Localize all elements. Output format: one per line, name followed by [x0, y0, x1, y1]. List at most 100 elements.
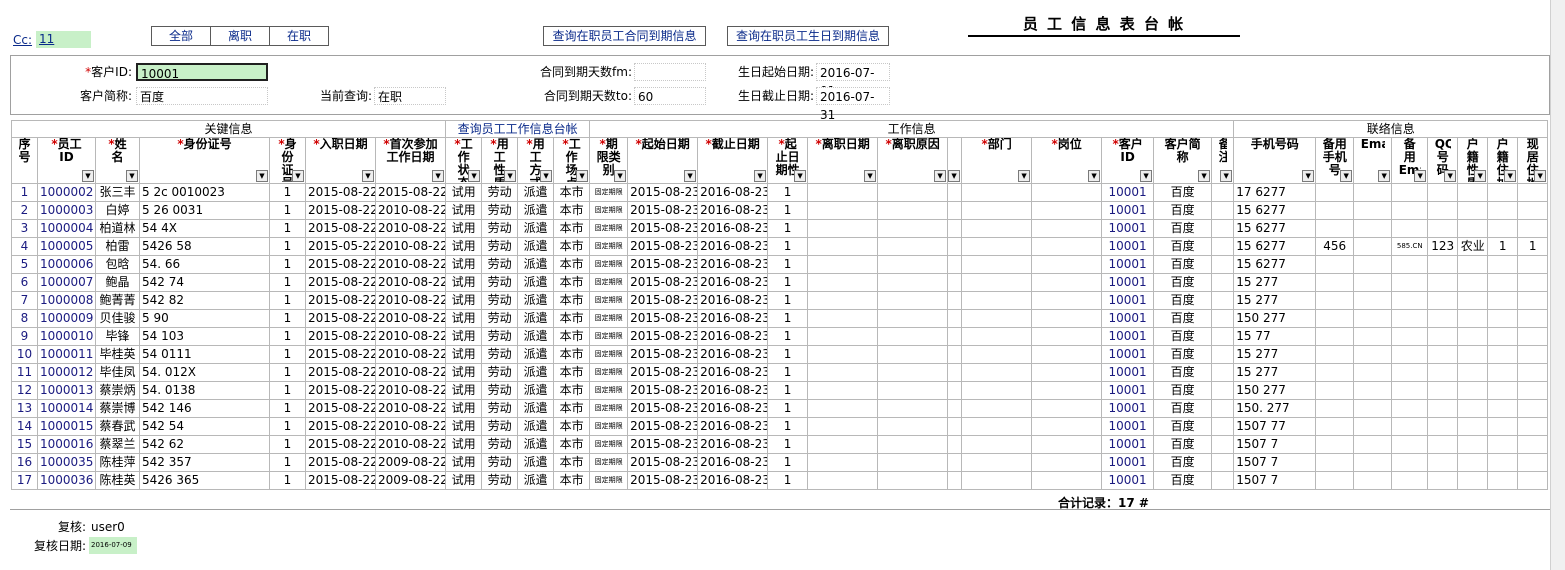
filter-left-button[interactable]: 离职: [211, 27, 270, 45]
table-cell[interactable]: [877, 183, 949, 202]
table-cell[interactable]: 百度: [1153, 417, 1213, 436]
table-row[interactable]: 15 1000016 蔡翠兰 542 62 1 2015-08-22 2010-08-22 试…: [11, 435, 1549, 454]
table-cell[interactable]: [1457, 471, 1489, 490]
table-cell[interactable]: [1427, 435, 1459, 454]
table-cell[interactable]: 固定期限: [589, 363, 629, 382]
table-cell[interactable]: [1487, 399, 1519, 418]
table-cell[interactable]: 1: [767, 273, 809, 292]
table-cell[interactable]: [961, 327, 1033, 346]
table-cell[interactable]: [1315, 219, 1355, 238]
filter-dropdown-icon[interactable]: ▼: [432, 170, 445, 182]
table-cell[interactable]: 2015-08-22: [305, 363, 376, 382]
table-cell[interactable]: 百度: [1153, 201, 1213, 220]
table-cell[interactable]: 本市: [553, 273, 591, 292]
customer-short-field[interactable]: 百度: [136, 87, 268, 105]
vertical-scrollbar[interactable]: [1550, 0, 1565, 570]
table-cell[interactable]: [1211, 309, 1235, 328]
table-cell[interactable]: [1487, 201, 1519, 220]
table-cell[interactable]: 2015-08-23: [627, 291, 699, 310]
filter-dropdown-icon[interactable]: ▼: [292, 170, 304, 182]
table-cell[interactable]: 1: [269, 471, 306, 490]
filter-dropdown-icon[interactable]: ▼: [614, 170, 627, 182]
table-cell[interactable]: 劳动: [481, 237, 519, 256]
table-row[interactable]: 9 1000010 毕锋 54 103 1 2015-08-22 2010-08-22 试用劳…: [11, 327, 1549, 346]
table-cell[interactable]: 百度: [1153, 309, 1213, 328]
table-cell[interactable]: 派遣: [517, 417, 555, 436]
table-row[interactable]: 17 1000036 陈桂英 5426 365 1 2015-08-22 2009-08-2…: [11, 471, 1549, 490]
table-cell[interactable]: 1000016: [37, 435, 96, 454]
table-cell[interactable]: 1: [269, 417, 306, 436]
table-cell[interactable]: 15 77: [1233, 327, 1317, 346]
table-cell[interactable]: 1: [269, 219, 306, 238]
table-cell[interactable]: [1517, 399, 1549, 418]
table-row[interactable]: 16 1000035 陈桂萍 542 357 1 2015-08-22 2009-08-22…: [11, 453, 1549, 472]
table-cell[interactable]: 1: [767, 381, 809, 400]
table-cell[interactable]: [1353, 363, 1393, 382]
table-row[interactable]: 14 1000015 蔡春武 542 54 1 2015-08-22 2010-08-22 试…: [11, 417, 1549, 436]
table-cell[interactable]: [1457, 327, 1489, 346]
table-cell[interactable]: [1211, 273, 1235, 292]
birth-start-field[interactable]: 2016-07-01: [816, 63, 890, 98]
table-cell[interactable]: 劳动: [481, 219, 519, 238]
table-cell[interactable]: 蔡春武: [95, 417, 140, 436]
table-cell[interactable]: [1487, 327, 1519, 346]
table-cell[interactable]: [1457, 219, 1489, 238]
table-cell[interactable]: [1031, 237, 1103, 256]
table-cell[interactable]: 派遣: [517, 237, 555, 256]
table-cell[interactable]: [1315, 399, 1355, 418]
table-cell[interactable]: 14: [11, 417, 38, 436]
table-cell[interactable]: 54. 0138: [139, 381, 270, 400]
table-cell[interactable]: 1: [269, 363, 306, 382]
table-cell[interactable]: 固定期限: [589, 471, 629, 490]
table-cell[interactable]: 2010-08-22: [374, 417, 447, 436]
table-cell[interactable]: [1457, 345, 1489, 364]
table-cell[interactable]: 5 90: [139, 309, 270, 328]
table-cell[interactable]: 本市: [553, 381, 591, 400]
table-cell[interactable]: 本市: [553, 219, 591, 238]
table-cell[interactable]: [1353, 345, 1393, 364]
table-cell[interactable]: [1391, 453, 1429, 472]
table-cell[interactable]: 试用: [445, 219, 483, 238]
table-cell[interactable]: [877, 399, 949, 418]
table-cell[interactable]: [1427, 345, 1459, 364]
table-cell[interactable]: 542 74: [139, 273, 270, 292]
table-row[interactable]: 7 1000008 鲍菁菁 542 82 1 2015-08-22 2010-08-22 试用…: [11, 291, 1549, 310]
table-cell[interactable]: [1427, 183, 1459, 202]
table-cell[interactable]: [1391, 309, 1429, 328]
table-cell[interactable]: [1457, 255, 1489, 274]
table-cell[interactable]: 2015-08-22: [374, 183, 447, 202]
table-cell[interactable]: 5426 58: [139, 237, 270, 256]
table-cell[interactable]: [1427, 327, 1459, 346]
table-cell[interactable]: [1391, 183, 1429, 202]
filter-dropdown-icon[interactable]: ▼: [362, 170, 374, 182]
table-cell[interactable]: 2010-08-22: [374, 201, 447, 220]
table-cell[interactable]: [1517, 291, 1549, 310]
filter-dropdown-icon[interactable]: ▼: [1302, 170, 1315, 182]
table-cell[interactable]: [1353, 219, 1393, 238]
table-cell[interactable]: [947, 219, 963, 238]
table-cell[interactable]: [1353, 381, 1393, 400]
filter-dropdown-icon[interactable]: ▼: [754, 170, 767, 182]
table-cell[interactable]: 固定期限: [589, 237, 629, 256]
table-cell[interactable]: 本市: [553, 345, 591, 364]
table-cell[interactable]: 2015-05-22: [305, 237, 376, 256]
table-cell[interactable]: 10001: [1101, 255, 1155, 274]
table-cell[interactable]: [1315, 471, 1355, 490]
table-cell[interactable]: [877, 381, 949, 400]
table-cell[interactable]: 10001: [1101, 291, 1155, 310]
table-cell[interactable]: 10001: [1101, 381, 1155, 400]
table-cell[interactable]: 本市: [553, 327, 591, 346]
table-cell[interactable]: [947, 273, 963, 292]
table-cell[interactable]: 2016-08-23: [697, 435, 769, 454]
table-cell[interactable]: 固定期限: [589, 327, 629, 346]
table-cell[interactable]: 固定期限: [589, 291, 629, 310]
filter-dropdown-icon[interactable]: ▼: [1220, 170, 1233, 182]
table-cell[interactable]: 百度: [1153, 363, 1213, 382]
table-cell[interactable]: 固定期限: [589, 255, 629, 274]
table-cell[interactable]: 2016-08-23: [697, 183, 769, 202]
table-cell[interactable]: 15 277: [1233, 273, 1317, 292]
table-cell[interactable]: 2015-08-23: [627, 435, 699, 454]
table-cell[interactable]: 派遣: [517, 273, 555, 292]
table-cell[interactable]: 2010-08-22: [374, 399, 447, 418]
table-cell[interactable]: 2010-08-22: [374, 345, 447, 364]
